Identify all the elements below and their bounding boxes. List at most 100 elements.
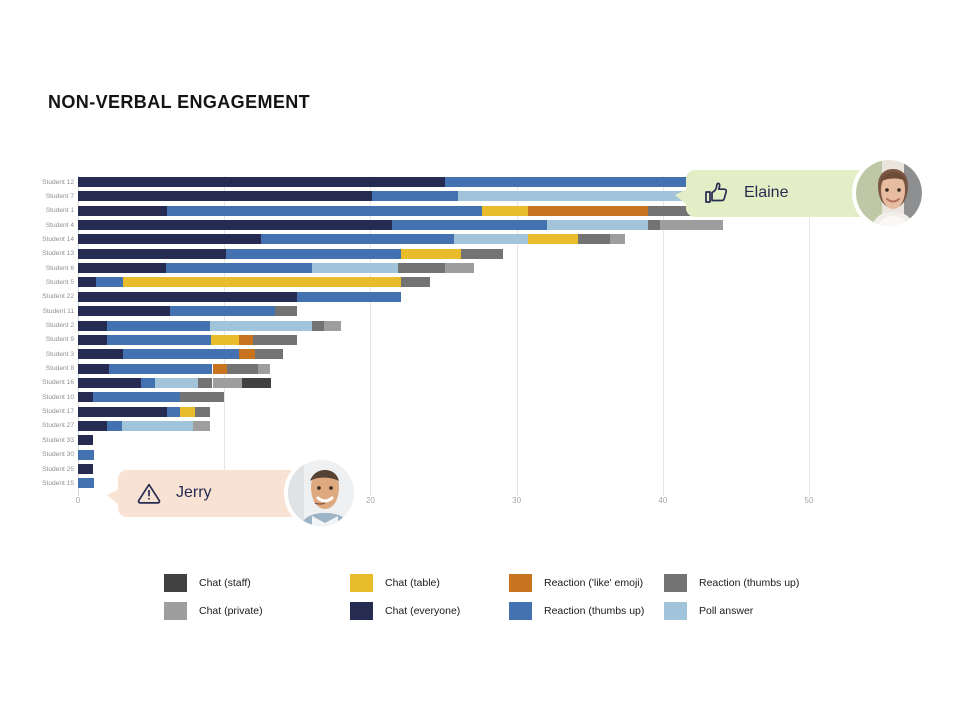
bar-segment-chat-everyone[interactable] xyxy=(78,406,168,417)
y-axis-tick-label: Student 5 xyxy=(45,278,74,286)
bar-segment-reaction-thumbs-blue[interactable] xyxy=(107,334,212,345)
legend-item[interactable]: Reaction (thumbs up) xyxy=(509,602,644,620)
legend-swatch-poll-answer xyxy=(664,602,687,620)
bar-segment-reaction-thumbs-blue[interactable] xyxy=(107,420,122,431)
bar-segment-chat-private[interactable] xyxy=(193,420,210,431)
bar-segment-reaction-thumbs-blue[interactable] xyxy=(170,306,276,317)
bar-segment-reaction-thumbs-blue[interactable] xyxy=(297,291,402,302)
bar-segment-chat-everyone[interactable] xyxy=(78,205,168,216)
bar-segment-reaction-thumbs-gray[interactable] xyxy=(180,392,225,403)
bar-segment-chat-private[interactable] xyxy=(212,377,242,388)
bar-segment-chat-everyone[interactable] xyxy=(78,191,372,202)
bar-segment-reaction-like[interactable] xyxy=(212,363,228,374)
bar-segment-reaction-thumbs-blue[interactable] xyxy=(107,320,210,331)
y-axis-tick-label: Student 12 xyxy=(42,178,74,186)
bar-segment-reaction-thumbs-gray[interactable] xyxy=(194,406,210,417)
bar-segment-chat-table[interactable] xyxy=(123,277,402,288)
legend-label: Reaction (thumbs up) xyxy=(699,577,800,589)
bar-segment-chat-everyone[interactable] xyxy=(78,277,96,288)
bar-segment-reaction-thumbs-blue[interactable] xyxy=(167,406,181,417)
bar-segment-chat-everyone[interactable] xyxy=(78,464,93,474)
bar-segment-poll-answer[interactable] xyxy=(155,377,198,388)
bar-segment-chat-everyone[interactable] xyxy=(78,263,166,274)
bar-segment-reaction-like[interactable] xyxy=(238,349,255,360)
legend-item[interactable]: Chat (everyone) xyxy=(350,602,460,620)
legend-item[interactable]: Chat (staff) xyxy=(164,574,251,592)
bar-segment-reaction-thumbs-blue[interactable] xyxy=(95,277,124,288)
bar-segment-poll-answer[interactable] xyxy=(121,420,194,431)
callout-jerry[interactable]: Jerry xyxy=(107,456,358,530)
bar-segment-poll-answer[interactable] xyxy=(547,220,649,231)
avatar[interactable] xyxy=(284,456,358,530)
bar-segment-reaction-thumbs-gray[interactable] xyxy=(197,377,213,388)
callout-elaine[interactable]: Elaine xyxy=(675,156,926,230)
bar-segment-poll-answer[interactable] xyxy=(209,320,312,331)
bar-segment-reaction-thumbs-gray[interactable] xyxy=(401,277,431,288)
bar-segment-reaction-thumbs-gray[interactable] xyxy=(227,363,258,374)
bar-segment-reaction-thumbs-blue[interactable] xyxy=(371,191,459,202)
bar-segment-chat-private[interactable] xyxy=(257,363,270,374)
bar-segment-reaction-thumbs-blue[interactable] xyxy=(123,349,239,360)
legend-item[interactable]: Reaction ('like' emoji) xyxy=(509,574,643,592)
bar-segment-chat-private[interactable] xyxy=(444,263,475,274)
bar-segment-reaction-thumbs-blue[interactable] xyxy=(78,478,95,489)
bar-segment-chat-everyone[interactable] xyxy=(78,334,108,345)
bar-segment-reaction-thumbs-blue[interactable] xyxy=(392,220,548,231)
bar-segment-reaction-like[interactable] xyxy=(528,205,649,216)
bar-segment-reaction-thumbs-gray[interactable] xyxy=(398,263,445,274)
bar-segment-chat-table[interactable] xyxy=(180,406,195,417)
bar-segment-reaction-thumbs-gray[interactable] xyxy=(578,234,611,245)
bar-segment-reaction-thumbs-gray[interactable] xyxy=(275,306,298,317)
bar-segment-reaction-thumbs-blue[interactable] xyxy=(78,449,95,460)
bar-segment-chat-everyone[interactable] xyxy=(78,435,93,446)
bar-segment-chat-everyone[interactable] xyxy=(78,377,141,388)
bar-segment-reaction-thumbs-blue[interactable] xyxy=(165,263,312,274)
bar-segment-reaction-thumbs-blue[interactable] xyxy=(140,377,156,388)
y-axis-tick-label: Student 33 xyxy=(42,436,74,444)
y-axis-tick-label: Student 8 xyxy=(45,365,74,373)
legend-item[interactable]: Chat (private) xyxy=(164,602,263,620)
legend-swatch-chat-everyone xyxy=(350,602,373,620)
legend-swatch-reaction-like xyxy=(509,574,532,592)
bar-segment-chat-everyone[interactable] xyxy=(78,363,109,374)
bar-segment-reaction-thumbs-blue[interactable] xyxy=(260,234,454,245)
legend-item[interactable]: Poll answer xyxy=(664,602,753,620)
page-title: NON-VERBAL ENGAGEMENT xyxy=(48,92,311,112)
bar-segment-poll-answer[interactable] xyxy=(453,234,529,245)
bar-segment-reaction-thumbs-blue[interactable] xyxy=(225,248,402,259)
bar-segment-chat-everyone[interactable] xyxy=(78,248,226,259)
bar-segment-poll-answer[interactable] xyxy=(458,191,685,202)
bar-segment-chat-table[interactable] xyxy=(211,334,239,345)
bar-segment-chat-everyone[interactable] xyxy=(78,291,298,302)
bar-segment-poll-answer[interactable] xyxy=(311,263,399,274)
bar-segment-chat-private[interactable] xyxy=(610,234,625,245)
bar-segment-chat-everyone[interactable] xyxy=(78,349,124,360)
bar-segment-reaction-thumbs-gray[interactable] xyxy=(648,220,660,231)
bar-segment-reaction-thumbs-blue[interactable] xyxy=(92,392,181,403)
bar-segment-chat-everyone[interactable] xyxy=(78,220,393,231)
bar-segment-chat-table[interactable] xyxy=(481,205,529,216)
bar-segment-reaction-thumbs-gray[interactable] xyxy=(311,320,324,331)
bar-segment-chat-private[interactable] xyxy=(323,320,342,331)
bar-segment-chat-everyone[interactable] xyxy=(78,177,445,187)
x-axis-tick-label: 0 xyxy=(75,496,81,505)
bar-segment-chat-everyone[interactable] xyxy=(78,320,108,331)
bar-segment-chat-everyone[interactable] xyxy=(78,392,93,403)
x-axis-tick-label: 30 xyxy=(512,496,522,505)
bar-segment-reaction-like[interactable] xyxy=(238,334,254,345)
bar-segment-reaction-thumbs-blue[interactable] xyxy=(167,205,482,216)
y-axis-tick-label: Student 13 xyxy=(42,250,74,258)
bar-segment-chat-everyone[interactable] xyxy=(78,420,108,431)
bar-segment-reaction-thumbs-blue[interactable] xyxy=(108,363,213,374)
bar-segment-chat-staff[interactable] xyxy=(241,377,271,388)
bar-segment-reaction-thumbs-gray[interactable] xyxy=(461,248,504,259)
bar-segment-chat-everyone[interactable] xyxy=(78,306,171,317)
bar-segment-chat-table[interactable] xyxy=(401,248,462,259)
bar-segment-reaction-thumbs-gray[interactable] xyxy=(254,349,283,360)
bar-segment-reaction-thumbs-gray[interactable] xyxy=(253,334,298,345)
bar-segment-chat-everyone[interactable] xyxy=(78,234,261,245)
legend-item[interactable]: Reaction (thumbs up) xyxy=(664,574,799,592)
bar-segment-chat-table[interactable] xyxy=(528,234,578,245)
avatar[interactable] xyxy=(852,156,926,230)
legend-item[interactable]: Chat (table) xyxy=(350,574,440,592)
